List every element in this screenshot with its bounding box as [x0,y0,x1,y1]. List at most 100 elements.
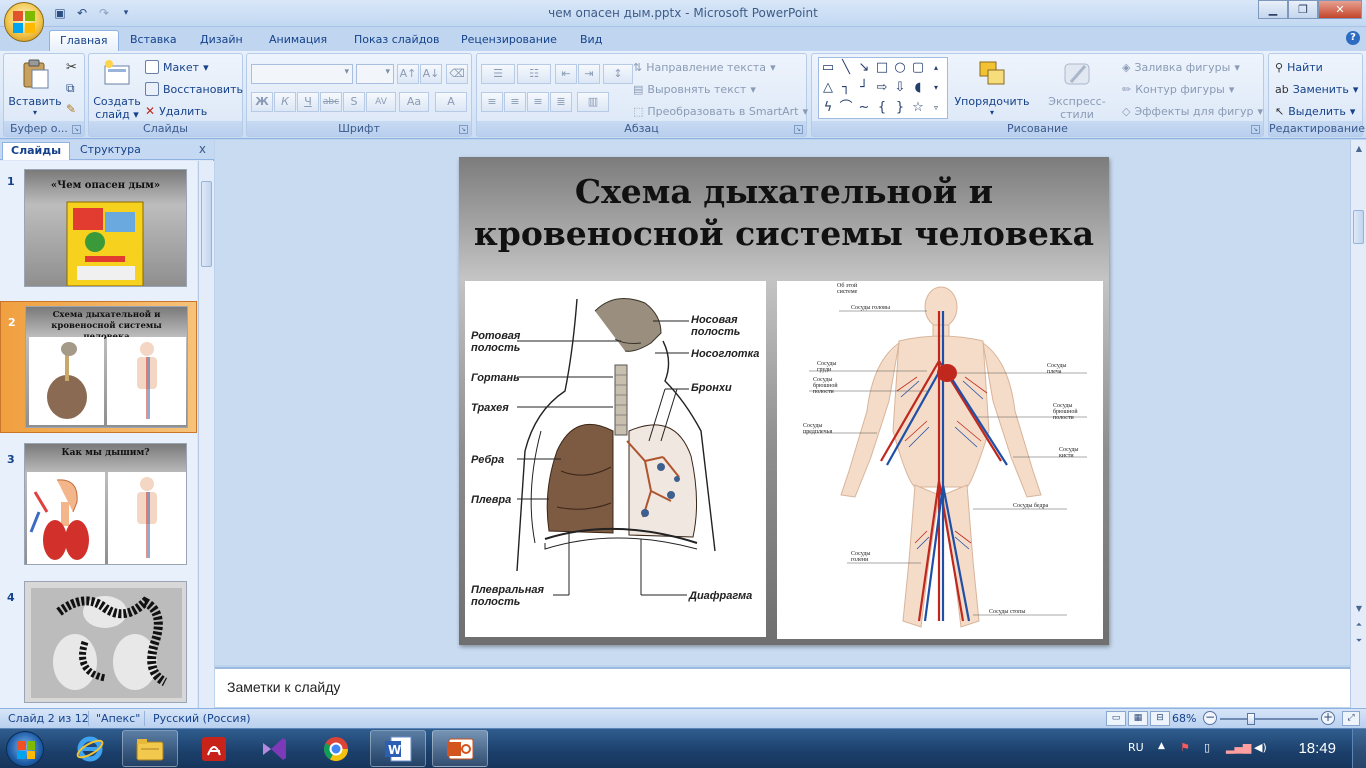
zoom-level[interactable]: 68% [1172,712,1196,725]
increase-indent-button[interactable]: ⇥ [578,64,600,84]
gallery-up-icon[interactable]: ▴ [927,58,945,78]
taskbar-acrobat[interactable] [186,730,242,767]
scroll-down-icon[interactable]: ▼ [1351,602,1366,616]
taskbar-explorer[interactable] [122,730,178,767]
theme-name[interactable]: "Апекс" [96,712,140,725]
shape-outline-button[interactable]: ✏ Контур фигуры ▾ [1122,80,1234,98]
line-shape-icon[interactable]: ╲ [837,58,855,78]
new-slide-button[interactable]: Создать слайд ▾ [93,58,141,121]
taskbar-powerpoint[interactable] [432,730,488,767]
paragraph-dialog-launcher[interactable]: ↘ [794,125,803,134]
device-icon[interactable]: ▯ [1204,741,1210,754]
layout-button[interactable]: Макет ▾ [145,58,209,76]
decrease-indent-button[interactable]: ⇤ [555,64,577,84]
previous-slide-icon[interactable]: ⏶ [1351,618,1366,632]
smartart-button[interactable]: ⬚ Преобразовать в SmartArt ▾ [633,102,808,120]
tab-animation[interactable]: Анимация [259,30,337,51]
shrink-font-button[interactable]: A↓ [420,64,442,84]
right-brace-shape-icon[interactable]: } [891,98,909,118]
font-size-combo[interactable] [356,64,394,84]
arc-shape-icon[interactable]: ⌒ [837,98,855,118]
tab-design[interactable]: Дизайн [190,30,253,51]
thumbnail-slide-2[interactable]: 2 Схема дыхательной и кровеносной систем… [0,301,197,433]
font-family-combo[interactable] [251,64,353,84]
elbow-arrow-shape-icon[interactable]: ┘ [855,78,873,98]
clear-format-button[interactable]: ⌫ [446,64,468,84]
network-icon[interactable]: ▂▄▆ [1226,741,1251,754]
notes-placeholder[interactable]: Заметки к слайду [227,679,340,695]
tab-review[interactable]: Рецензирование [451,30,567,51]
action-center-icon[interactable]: ⚑ [1180,741,1190,754]
callout-shape-icon[interactable]: ◖ [909,78,927,98]
gallery-more-icon[interactable]: ▿ [927,98,945,118]
taskbar-visual-studio[interactable] [246,730,302,767]
numbering-button[interactable]: ☷ [517,64,551,84]
slideshow-view-icon[interactable]: ⊟ [1150,711,1170,726]
language-bar[interactable]: RU [1128,741,1144,754]
thumbnail-slide-1[interactable]: 1 «Чем опасен дым» [0,167,197,295]
notes-pane[interactable]: Заметки к слайду [215,667,1350,707]
shapes-gallery[interactable]: ▭ ╲ ↘ □ ○ ▢ ▴ △ ┐ ┘ ⇨ ⇩ ◖ ▾ ϟ ⌒ ∼ { } ☆ … [818,57,948,119]
tab-view[interactable]: Вид [570,30,612,51]
tab-insert[interactable]: Вставка [120,30,187,51]
align-right-button[interactable]: ≡ [527,92,549,112]
bullets-button[interactable]: ☰ [481,64,515,84]
right-arrow-shape-icon[interactable]: ⇨ [873,78,891,98]
change-case-button[interactable]: Aa [399,92,429,112]
cut-button[interactable]: ✂ [66,58,77,76]
copy-button[interactable]: ⧉ [66,79,75,97]
lightning-shape-icon[interactable]: ϟ [819,98,837,118]
tab-slideshow[interactable]: Показ слайдов [344,30,450,51]
start-button[interactable] [6,731,44,767]
help-icon[interactable]: ? [1346,31,1360,45]
replace-button[interactable]: ab Заменить ▾ [1275,80,1358,98]
strikethrough-button[interactable]: abc [320,92,342,112]
select-button[interactable]: ↖ Выделить ▾ [1275,102,1355,120]
arrange-button[interactable]: Упорядочить ▾ [954,58,1030,117]
respiratory-diagram[interactable]: Ротовая полость Гортань Трахея Ребра Пле… [465,281,766,637]
elbow-connector-shape-icon[interactable]: ┐ [837,78,855,98]
oval-shape-icon[interactable]: ○ [891,58,909,78]
quick-styles-button[interactable]: Экспресс-стили ▾ [1032,58,1122,130]
down-arrow-shape-icon[interactable]: ⇩ [891,78,909,98]
fit-to-window-icon[interactable]: ⤢ [1342,711,1360,726]
columns-button[interactable]: ▥ [577,92,609,112]
drawing-dialog-launcher[interactable]: ↘ [1251,125,1260,134]
format-painter-button[interactable]: ✎ [66,100,76,118]
normal-view-icon[interactable]: ▭ [1106,711,1126,726]
close-panel-icon[interactable]: x [199,142,206,156]
taskbar-chrome[interactable] [308,730,364,767]
show-hidden-icons[interactable]: ▲ [1158,741,1165,751]
char-spacing-button[interactable]: AV [366,92,396,112]
tab-outline[interactable]: Структура [72,142,149,160]
font-color-button[interactable]: A [435,92,467,112]
tab-home[interactable]: Главная [49,30,119,51]
thumbnails-scroll-thumb[interactable] [201,181,212,267]
paste-button[interactable]: Вставить ▾ [8,58,62,117]
circulatory-diagram[interactable]: Об этой системе Сосуды головы Сосуды гру… [777,281,1103,639]
slide-title[interactable]: Схема дыхательной и кровеносной системы … [459,171,1109,255]
align-left-button[interactable]: ≡ [481,92,503,112]
thumbnails-scrollbar[interactable] [198,161,214,708]
curve-shape-icon[interactable]: ∼ [855,98,873,118]
clock[interactable]: 18:49 [1298,740,1336,757]
gallery-down-icon[interactable]: ▾ [927,78,945,98]
language-indicator[interactable]: Русский (Россия) [153,712,251,725]
thumbnail-slide-3[interactable]: 3 Как мы дышим? [0,439,197,571]
taskbar-word[interactable]: W [370,730,426,767]
zoom-in-button[interactable]: + [1321,711,1335,725]
maximize-button[interactable]: ❐ [1288,0,1318,19]
slide-sorter-icon[interactable]: ▦ [1128,711,1148,726]
shape-effects-button[interactable]: ◇ Эффекты для фигур ▾ [1122,102,1263,120]
volume-icon[interactable]: ◀) [1254,741,1267,754]
line-spacing-button[interactable]: ↕ [603,64,633,84]
show-desktop-button[interactable] [1352,729,1366,768]
italic-button[interactable]: К [274,92,296,112]
justify-button[interactable]: ≣ [550,92,572,112]
text-direction-button[interactable]: ⇅ Направление текста ▾ [633,58,776,76]
next-slide-icon[interactable]: ⏷ [1351,634,1366,648]
thumbnail-slide-4[interactable]: 4 [0,577,197,708]
left-brace-shape-icon[interactable]: { [873,98,891,118]
zoom-out-button[interactable]: − [1203,711,1217,725]
triangle-shape-icon[interactable]: △ [819,78,837,98]
